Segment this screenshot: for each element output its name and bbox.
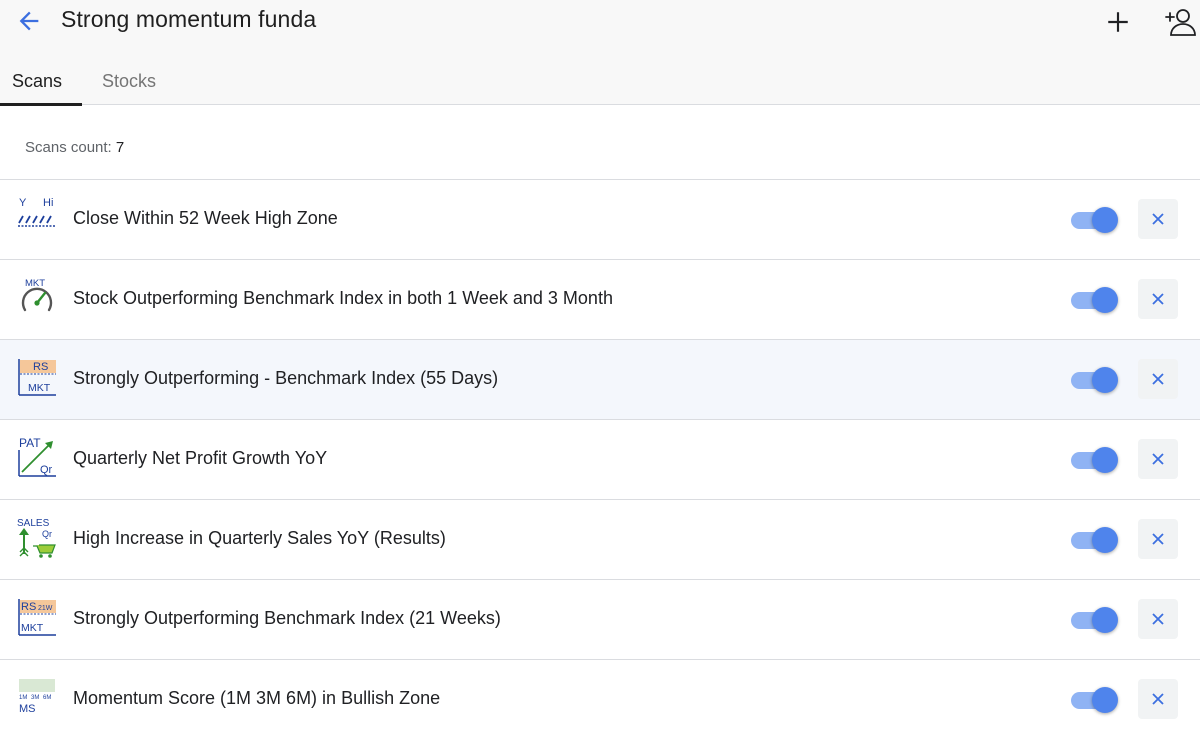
scan-row[interactable]: SALES Qr High Increase in Quarterly Sale… (0, 500, 1200, 580)
scan-toggle[interactable] (1071, 205, 1119, 235)
scan-row[interactable]: MKT Stock Outperforming Benchmark Index … (0, 260, 1200, 340)
svg-text:MKT: MKT (28, 382, 51, 394)
svg-text:MKT: MKT (25, 278, 45, 289)
add-user-button[interactable] (1160, 2, 1200, 42)
svg-text:PAT: PAT (19, 436, 41, 450)
market-speedometer-icon: MKT (21, 278, 53, 312)
scan-row[interactable]: Y Hi Close Within 52 Week High Zone (0, 180, 1200, 260)
profit-growth-icon: PAT Qr (18, 436, 56, 477)
svg-text:MKT: MKT (21, 622, 44, 634)
relative-strength-weekly-icon: RS 21W MKT (18, 599, 56, 636)
svg-text:RS: RS (21, 601, 36, 613)
scan-label: Quarterly Net Profit Growth YoY (73, 448, 328, 468)
app-header: Strong momentum funda Scans Stocks (0, 0, 1200, 106)
scan-list: Y Hi Close Within 52 Week High Zone MKT … (0, 180, 1200, 735)
svg-text:RS: RS (33, 361, 48, 373)
remove-scan-button[interactable] (1138, 679, 1178, 719)
scan-row[interactable]: PAT Qr Quarterly Net Profit Growth YoY (0, 420, 1200, 500)
remove-scan-button[interactable] (1138, 279, 1178, 319)
close-icon (1152, 693, 1164, 705)
scan-label: Stock Outperforming Benchmark Index in b… (73, 288, 613, 308)
page-title: Strong momentum funda (61, 6, 317, 32)
close-icon (1152, 373, 1164, 385)
scans-count-row: Scans count: 7 (0, 106, 1200, 180)
sales-growth-icon: SALES Qr (17, 518, 56, 558)
person-add-icon (1165, 9, 1196, 36)
scan-toggle[interactable] (1071, 525, 1119, 555)
tab-stocks[interactable]: Stocks (82, 58, 202, 105)
arrow-left-icon (19, 11, 39, 31)
scan-label: Close Within 52 Week High Zone (73, 208, 338, 228)
scans-count: Scans count: 7 (25, 139, 124, 156)
relative-strength-icon: RS MKT (18, 359, 56, 396)
close-icon (1152, 613, 1164, 625)
svg-text:Y: Y (19, 197, 27, 209)
scan-label: High Increase in Quarterly Sales YoY (Re… (73, 528, 446, 548)
svg-text:21W: 21W (38, 605, 53, 612)
week-high-zone-icon: Y Hi (18, 197, 56, 227)
scan-row[interactable]: RS MKT Strongly Outperforming - Benchmar… (0, 340, 1200, 420)
plus-icon (1108, 12, 1128, 32)
scan-label: Momentum Score (1M 3M 6M) in Bullish Zon… (73, 688, 441, 708)
remove-scan-button[interactable] (1138, 519, 1178, 559)
scan-toggle[interactable] (1071, 445, 1119, 475)
close-icon (1152, 533, 1164, 545)
add-button[interactable] (1098, 2, 1138, 42)
close-icon (1152, 213, 1164, 225)
remove-scan-button[interactable] (1138, 199, 1178, 239)
scans-count-label: Scans count: (25, 139, 112, 156)
svg-text:MS: MS (19, 703, 36, 715)
scan-row[interactable]: RS 21W MKT Strongly Outperforming Benchm… (0, 580, 1200, 660)
svg-text:Hi: Hi (43, 197, 53, 209)
svg-text:1M: 1M (19, 695, 27, 701)
scan-toggle[interactable] (1071, 285, 1119, 315)
scan-toggle[interactable] (1071, 605, 1119, 635)
scan-row[interactable]: 1M 3M 6M MS Momentum Score (1M 3M 6M) in… (0, 660, 1200, 735)
remove-scan-button[interactable] (1138, 599, 1178, 639)
scan-label: Strongly Outperforming Benchmark Index (… (73, 608, 501, 628)
close-icon (1152, 453, 1164, 465)
close-icon (1152, 293, 1164, 305)
remove-scan-button[interactable] (1138, 439, 1178, 479)
scan-label: Strongly Outperforming - Benchmark Index… (73, 368, 499, 388)
svg-text:3M: 3M (31, 695, 39, 701)
scan-toggle[interactable] (1071, 365, 1119, 395)
svg-text:Qr: Qr (42, 529, 52, 539)
scan-toggle[interactable] (1071, 685, 1119, 715)
momentum-score-icon: 1M 3M 6M MS (19, 679, 55, 715)
tab-bar: Scans Stocks (0, 58, 202, 106)
scans-count-value: 7 (115, 139, 125, 156)
back-button[interactable] (12, 4, 46, 38)
tab-scans[interactable]: Scans (0, 58, 82, 106)
svg-text:6M: 6M (43, 695, 51, 701)
remove-scan-button[interactable] (1138, 359, 1178, 399)
svg-text:SALES: SALES (17, 518, 50, 529)
svg-text:Qr: Qr (40, 464, 53, 476)
